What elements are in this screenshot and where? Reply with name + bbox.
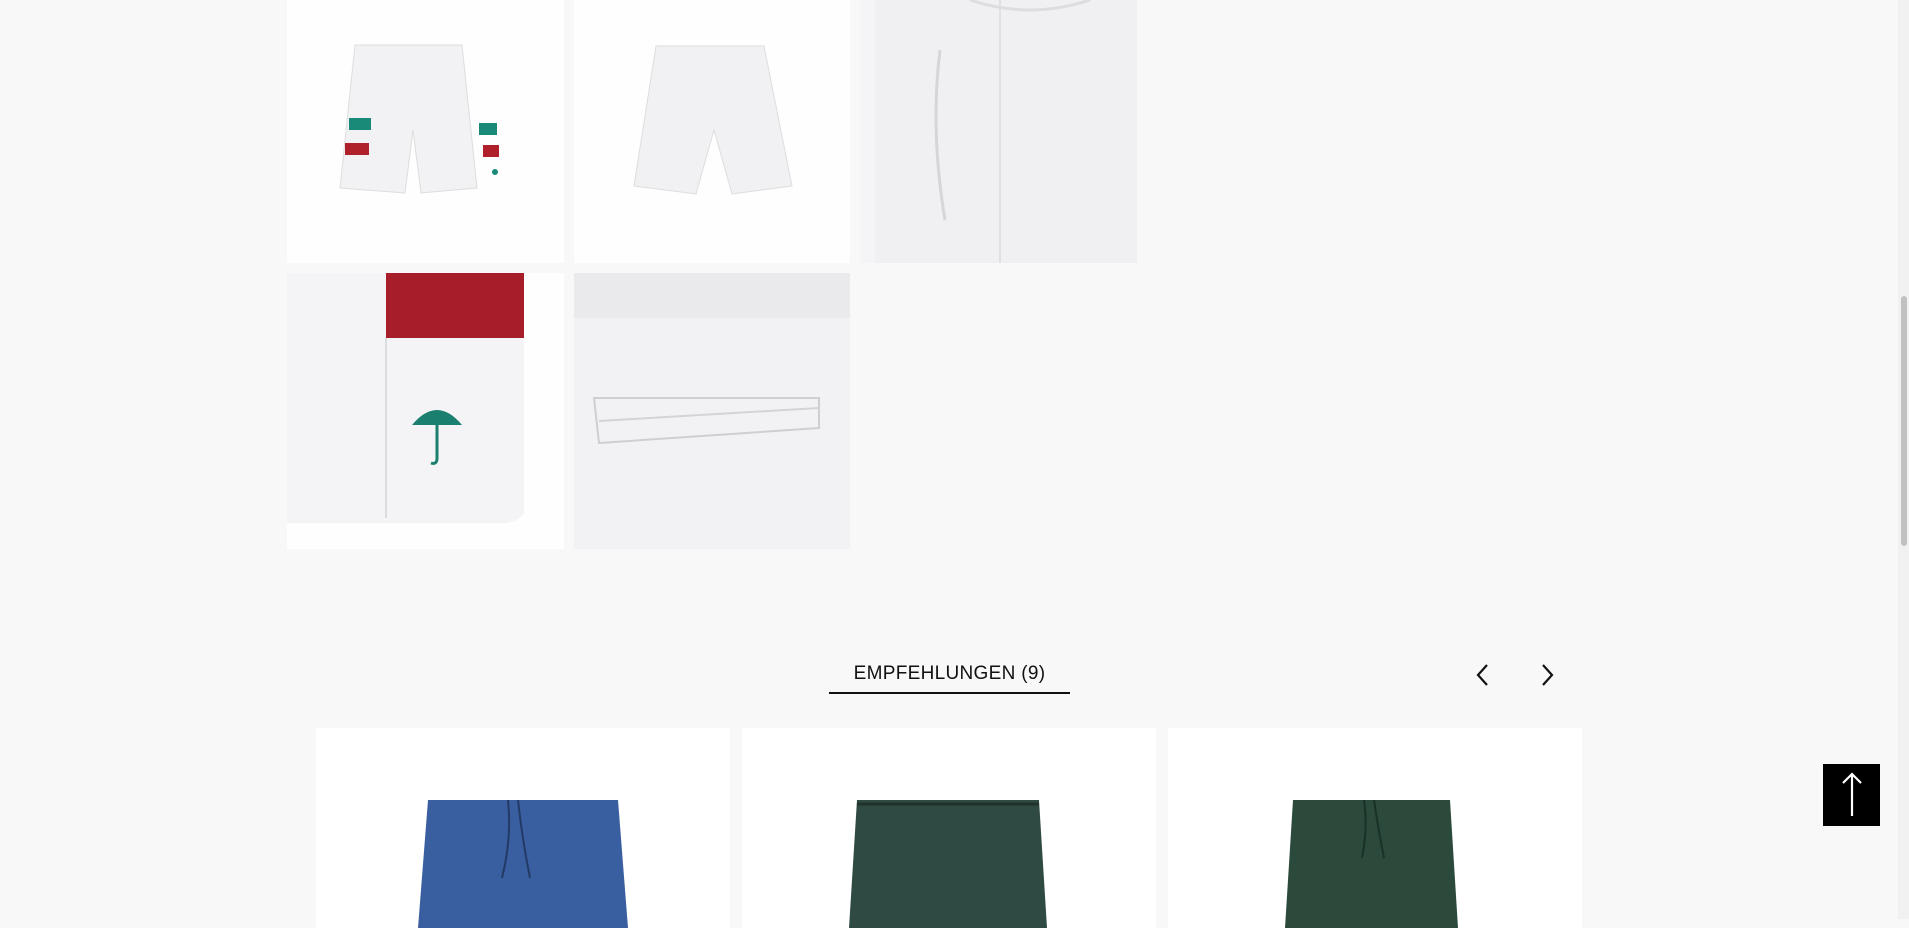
product-card[interactable]: [1168, 728, 1582, 928]
dark-green-shorts-image: [849, 800, 1047, 928]
product-card[interactable]: [316, 728, 730, 928]
chevron-right-icon: [1542, 664, 1554, 686]
arrow-up-icon: [1841, 772, 1862, 816]
shorts-front-image: [287, 0, 564, 263]
umbrella-logo-detail-image: [287, 273, 564, 549]
recommendations-tab[interactable]: EMPFEHLUNGEN (9): [829, 662, 1070, 694]
product-card[interactable]: [742, 728, 1156, 928]
shorts-back-image: [574, 0, 850, 263]
shorts-side-detail-image: [860, 0, 1137, 263]
recommendations-title: EMPFEHLUNGEN (9): [853, 663, 1046, 684]
back-pocket-detail-image: [574, 273, 850, 549]
carousel-prev-button[interactable]: [1463, 660, 1503, 690]
green-shorts-image: [1285, 799, 1458, 928]
product-image-detail[interactable]: [860, 0, 1137, 263]
product-image-back[interactable]: [574, 0, 850, 263]
scrollbar-thumb[interactable]: [1901, 296, 1907, 546]
product-image-pocket-detail[interactable]: [574, 273, 850, 549]
back-to-top-button[interactable]: [1823, 764, 1880, 826]
product-image-front[interactable]: [287, 0, 564, 263]
carousel-next-button[interactable]: [1527, 660, 1567, 690]
blue-shorts-image: [418, 799, 628, 928]
product-image-logo-detail[interactable]: [287, 273, 564, 549]
chevron-left-icon: [1476, 664, 1488, 686]
